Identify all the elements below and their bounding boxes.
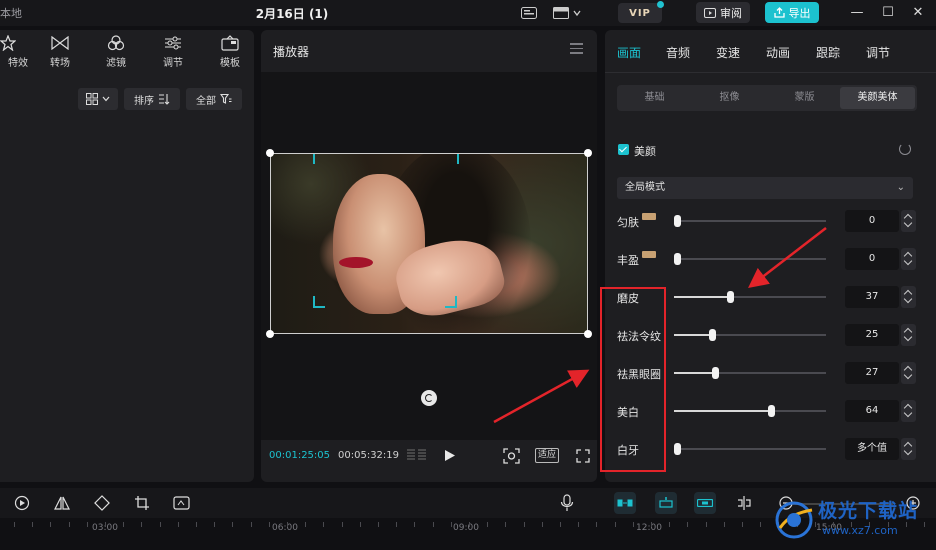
annotation-arrow (748, 227, 827, 289)
site-watermark: 极光下载站 www.xz7.com (770, 494, 936, 550)
tick-label: 12:00 (636, 523, 662, 533)
ruler-tick (342, 522, 343, 527)
annotation-arrow (493, 369, 590, 424)
ruler-tick (669, 522, 670, 527)
ruler-tick (32, 522, 33, 527)
ruler-tick (178, 522, 179, 527)
ruler-tick (433, 522, 434, 527)
ruler-tick (760, 522, 761, 527)
ruler-tick (687, 522, 688, 527)
ruler-tick (360, 522, 361, 527)
crop-icon[interactable] (132, 493, 152, 513)
ruler-tick (160, 522, 161, 527)
ruler-tick (196, 522, 197, 527)
freeze-icon[interactable] (12, 493, 32, 513)
ruler-tick (87, 522, 88, 527)
ruler-tick (542, 522, 543, 527)
ruler-tick (706, 522, 707, 527)
ruler-tick (378, 522, 379, 527)
smart-crop-icon[interactable] (172, 493, 192, 513)
ruler-tick (232, 522, 233, 527)
watermark-logo-icon (775, 501, 813, 539)
ruler-tick (414, 522, 415, 527)
tick-label: 09:00 (453, 523, 479, 533)
ruler-tick (69, 522, 70, 527)
ruler-tick (251, 522, 252, 527)
ruler-tick (505, 522, 506, 527)
linkage-icon[interactable] (694, 492, 716, 514)
ruler-tick (287, 522, 288, 527)
ruler-tick (396, 522, 397, 527)
ruler-tick (214, 522, 215, 527)
ruler-tick (487, 522, 488, 527)
tick-label: 06:00 (272, 523, 298, 533)
ruler-tick (524, 522, 525, 527)
ruler-tick (305, 522, 306, 527)
ruler-tick (596, 522, 597, 527)
ruler-tick (323, 522, 324, 527)
ruler-tick (651, 522, 652, 527)
watermark-url: www.xz7.com (822, 524, 898, 537)
watermark-brand: 极光下载站 (818, 500, 919, 522)
microphone-icon[interactable] (557, 493, 577, 513)
split-preview-icon[interactable] (734, 493, 754, 513)
ruler-tick (105, 522, 106, 527)
ruler-tick (141, 522, 142, 527)
ruler-tick (742, 522, 743, 527)
annotation-arrows (493, 227, 827, 424)
ruler-tick (123, 522, 124, 527)
ruler-tick (578, 522, 579, 527)
ruler-tick (560, 522, 561, 527)
ruler-tick (269, 522, 270, 527)
mirror-icon[interactable] (52, 493, 72, 513)
ruler-tick (615, 522, 616, 527)
ruler-tick (724, 522, 725, 527)
ruler-tick (451, 522, 452, 527)
main-track-magnet-icon[interactable] (614, 492, 636, 514)
ruler-tick (14, 522, 15, 527)
ruler-tick (633, 522, 634, 527)
ruler-tick (469, 522, 470, 527)
ruler-tick (50, 522, 51, 527)
rotate-clip-icon[interactable] (92, 493, 112, 513)
auto-snap-icon[interactable] (655, 492, 677, 514)
